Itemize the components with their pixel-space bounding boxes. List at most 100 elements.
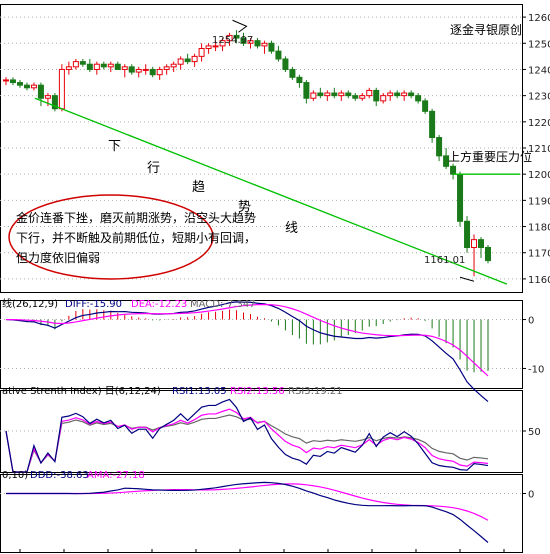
price-tick-label: 1220 bbox=[528, 118, 550, 129]
candle-body bbox=[198, 48, 205, 57]
candle-body bbox=[380, 95, 387, 102]
candle-body bbox=[177, 58, 184, 65]
candle-body bbox=[100, 63, 107, 68]
price-tick-label: 1230 bbox=[528, 92, 550, 103]
price-tick-label: 1170 bbox=[528, 249, 550, 260]
candle-body bbox=[16, 82, 23, 86]
indicator-tick-label: -10 bbox=[528, 364, 544, 375]
candle-body bbox=[156, 68, 163, 76]
watermark: 逐金寻银原创 bbox=[450, 22, 522, 37]
candle-body bbox=[79, 61, 86, 65]
candle-body bbox=[296, 76, 303, 84]
candle-body bbox=[86, 63, 93, 70]
candle-body bbox=[37, 84, 44, 99]
price-tick-label: 1160 bbox=[528, 275, 550, 286]
candle-body bbox=[44, 95, 51, 99]
candle-body bbox=[324, 92, 331, 97]
candle-body bbox=[121, 66, 128, 70]
candle-body bbox=[3, 79, 9, 82]
ddd-line bbox=[6, 481, 489, 543]
candle-body bbox=[58, 68, 65, 110]
candle-body bbox=[65, 66, 72, 70]
rsi-3: RSI3:19.21 bbox=[288, 386, 343, 397]
candle-body bbox=[394, 92, 401, 97]
candle-body bbox=[184, 58, 191, 63]
trend-char-3: 趋 bbox=[192, 180, 205, 195]
candle-body bbox=[30, 84, 37, 89]
macd-title: 线(26,12,9) bbox=[2, 297, 58, 310]
candle-body bbox=[149, 68, 156, 76]
candle-body bbox=[345, 92, 352, 97]
candle-body bbox=[268, 42, 275, 52]
dma-title: 0,10) bbox=[2, 470, 28, 481]
candle-body bbox=[23, 84, 30, 89]
price-tick-label: 1190 bbox=[528, 196, 550, 207]
candle-body bbox=[310, 92, 317, 99]
price-tick-label: 1240 bbox=[528, 65, 550, 76]
candle-body bbox=[93, 63, 100, 70]
candle-body bbox=[436, 137, 443, 157]
candle-body bbox=[317, 92, 324, 97]
candle-body bbox=[142, 68, 149, 71]
macd-diff: DIFF:-15.90 bbox=[65, 299, 122, 310]
candle-body bbox=[415, 95, 422, 102]
candle-body bbox=[303, 82, 310, 99]
dma-header: 0,10) DDD:-38.63 AMA:-27.18 bbox=[2, 470, 145, 481]
candle-body bbox=[485, 246, 491, 262]
rsi1-line bbox=[5, 398, 489, 473]
price-tick-label: 1180 bbox=[528, 223, 550, 234]
candle-body bbox=[422, 100, 429, 112]
indicator-tick-label: 0 bbox=[528, 490, 534, 501]
macd-dea: DEA:-12.23 bbox=[131, 299, 187, 310]
trend-char-5: 线 bbox=[285, 221, 298, 236]
high-mark-label: 1254.97 bbox=[212, 35, 253, 46]
candle-body bbox=[457, 173, 464, 222]
candle-body bbox=[170, 63, 177, 68]
ama-line bbox=[6, 483, 489, 521]
candle-body bbox=[408, 92, 415, 97]
candle-body bbox=[359, 95, 366, 99]
low-mark-pointer bbox=[459, 276, 475, 282]
candle-body bbox=[135, 68, 142, 73]
rsi-2: RSI2:13.56 bbox=[230, 386, 285, 397]
price-tick-label: 1260 bbox=[528, 13, 550, 24]
dma-ddd: DDD:-38.63 bbox=[30, 470, 89, 481]
candle-body bbox=[282, 58, 289, 70]
candle-body bbox=[163, 66, 170, 70]
candle-body bbox=[72, 61, 79, 68]
candle-body bbox=[254, 40, 261, 47]
comment-line-3: 但力度依旧偏弱 bbox=[16, 250, 100, 265]
candle-body bbox=[352, 95, 359, 99]
candle-body bbox=[429, 110, 436, 139]
dma-ama: AMA:-27.18 bbox=[87, 470, 145, 481]
candle-body bbox=[191, 55, 198, 63]
macd-value: MACD:-7.347 bbox=[190, 299, 256, 310]
low-mark-label: 1161.01 bbox=[424, 255, 465, 266]
rsi3-line bbox=[5, 414, 489, 473]
candle-body bbox=[9, 79, 16, 84]
macd-header: 线(26,12,9) DIFF:-15.90 DEA:-12.23 MACD:-… bbox=[2, 297, 256, 310]
indicator-tick-label: 0 bbox=[528, 316, 534, 327]
candle-body bbox=[261, 42, 268, 47]
rsi-header: ative Strenth Index) 日(6,12,24) RSI1:13.… bbox=[2, 386, 343, 397]
rsi-title: ative Strenth Index) 日(6,12,24) bbox=[2, 386, 161, 397]
price-tick-label: 1250 bbox=[528, 39, 550, 50]
high-mark-pointer bbox=[232, 19, 248, 33]
candle-body bbox=[128, 66, 135, 73]
candle-body bbox=[212, 45, 219, 48]
candle-body bbox=[331, 92, 338, 97]
price-tick-label: 1200 bbox=[528, 170, 550, 181]
gold-price-chart: 1160117011801190120012101220123012401250… bbox=[0, 4, 550, 553]
trend-char-1: 下 bbox=[108, 139, 121, 154]
macd-panel-frame bbox=[0, 300, 523, 389]
candle-body bbox=[366, 89, 373, 97]
candle-body bbox=[275, 50, 282, 60]
candle-body bbox=[338, 92, 345, 97]
comment-line-2: 下行，并不断触及前期低位，短期小有回调， bbox=[16, 230, 256, 245]
candle-body bbox=[387, 92, 394, 97]
candle-body bbox=[205, 45, 212, 50]
resistance-label: 上方重要压力位 bbox=[448, 149, 532, 164]
candle-body bbox=[478, 239, 485, 248]
comment-line-1: 金价连番下挫，磨灭前期涨势，沿空头大趋势 bbox=[16, 210, 256, 225]
candle-body bbox=[471, 239, 478, 248]
